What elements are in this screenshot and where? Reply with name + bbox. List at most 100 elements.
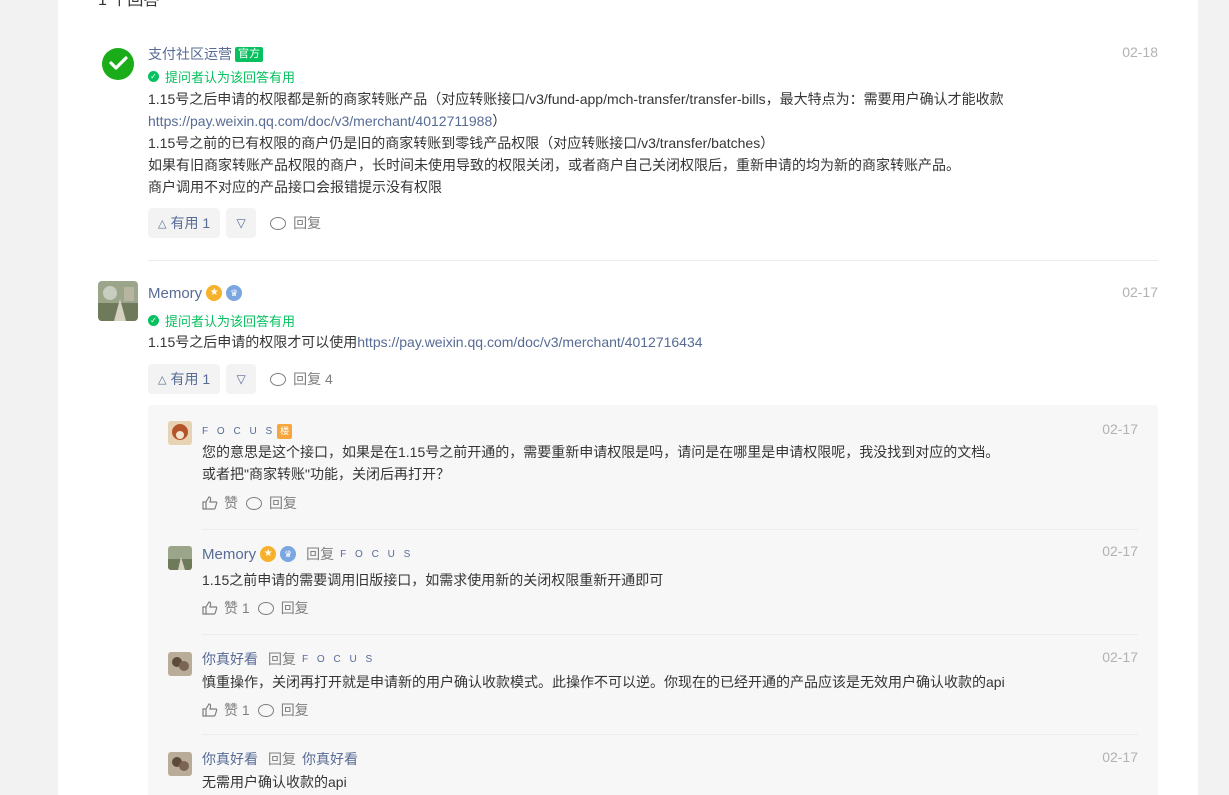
- answers-count-heading: 1 个回答: [98, 0, 160, 9]
- reply-actions: 赞 1 回复: [202, 700, 1138, 720]
- shield-badge-icon: ♛: [226, 285, 243, 301]
- answer-line: 商户调用不对应的产品接口会报错提示没有权限: [148, 179, 442, 195]
- accepted-label: ✓ 提问者认为该回答有用: [148, 66, 1158, 86]
- comment-icon[interactable]: [257, 601, 274, 615]
- reply-to-name[interactable]: F O C U S: [302, 654, 375, 665]
- reply-button[interactable]: 回复: [281, 598, 309, 618]
- useful-button[interactable]: △ 有用 1: [148, 364, 221, 394]
- like-label[interactable]: 赞 1: [224, 598, 250, 618]
- answer-line: ）: [492, 113, 507, 129]
- check-circle-icon: ✓: [148, 70, 159, 82]
- like-label[interactable]: 赞 1: [224, 700, 250, 720]
- reply-actions: 赞 回复: [202, 493, 1138, 513]
- answer-content: 1.15号之后申请的权限才可以使用https://pay.weixin.qq.c…: [148, 331, 1158, 353]
- thumbs-up-icon[interactable]: [202, 601, 218, 615]
- memory-avatar-icon: [168, 546, 192, 570]
- accepted-label: ✓ 提问者认为该回答有用: [148, 310, 1158, 330]
- answer-line: 1.15号之后申请的权限才可以使用: [148, 334, 358, 350]
- reply-button[interactable]: 回复: [270, 213, 321, 233]
- reply-text: 无需用户确认收款的api: [202, 771, 1138, 793]
- comment-icon: [270, 216, 287, 230]
- answer-actions: △ 有用 1 ▽ 回复 4: [148, 364, 1158, 394]
- answer-line: 1.15号之前的已有权限的商户仍是旧的商家转账到零钱产品权限（对应转账接口/v3…: [148, 135, 775, 151]
- reply-to-word: 回复: [306, 546, 335, 562]
- reply-actions: 赞 1 回复: [202, 598, 1138, 618]
- reply-to-name[interactable]: 你真好看: [302, 749, 358, 769]
- comment-icon[interactable]: [257, 703, 274, 717]
- divider: [202, 734, 1138, 735]
- reply-label: 回复 4: [293, 371, 333, 387]
- comment-icon[interactable]: [246, 496, 262, 510]
- answer-actions: △ 有用 1 ▽ 回复: [148, 208, 1158, 238]
- star-level-icon: ★: [206, 285, 223, 301]
- reply-text: 慎重操作，关闭再打开就是申请新的用户确认收款模式。此操作不可以逆。你现在的已经开…: [202, 671, 1138, 693]
- like-label[interactable]: 赞: [224, 493, 238, 513]
- reply-date: 02-17: [1102, 543, 1138, 559]
- shield-badge-icon: ♛: [280, 546, 297, 562]
- doc-link[interactable]: https://pay.weixin.qq.com/doc/v3/merchan…: [148, 113, 492, 129]
- reply-to-word: 回复: [268, 651, 296, 667]
- memory-avatar-icon: [98, 281, 138, 321]
- doc-link[interactable]: https://pay.weixin.qq.com/doc/v3/merchan…: [357, 334, 702, 350]
- thumbs-up-icon[interactable]: [202, 496, 218, 510]
- triangle-down-icon: ▽: [236, 216, 246, 230]
- reply-author[interactable]: Memory: [202, 546, 256, 563]
- reply-to-word: 回复: [268, 751, 296, 767]
- reply-text: 您的意思是这个接口，如果是在1.15号之前开通的，需要重新申请权限是吗，请问是在…: [202, 441, 1138, 485]
- avatar[interactable]: [98, 44, 138, 84]
- official-badge: 官方: [235, 46, 263, 62]
- triangle-up-icon: △: [158, 373, 167, 386]
- avatar[interactable]: [168, 752, 192, 776]
- reply-date: 02-17: [1102, 749, 1138, 765]
- reply-button[interactable]: 回复: [269, 493, 297, 513]
- useful-label: 有用 1: [170, 371, 211, 387]
- user-avatar-icon: [168, 752, 192, 776]
- star-level-icon: ★: [260, 546, 277, 562]
- useful-label: 有用 1: [170, 215, 211, 231]
- comment-icon: [270, 372, 287, 386]
- answer-date: 02-17: [1122, 284, 1158, 300]
- reply-line: 1.15之前申请的需要调用旧版接口，如需求使用新的关闭权限重新开通即可: [202, 572, 664, 588]
- divider: [202, 529, 1138, 530]
- reply-button[interactable]: 回复: [281, 700, 309, 720]
- reply-author[interactable]: F O C U S: [202, 426, 275, 437]
- not-useful-button[interactable]: ▽: [226, 208, 257, 238]
- avatar[interactable]: [168, 652, 192, 676]
- reply-button[interactable]: 回复 4: [270, 369, 333, 389]
- reply-author[interactable]: 你真好看: [202, 649, 258, 669]
- reply-line: 慎重操作，关闭再打开就是申请新的用户确认收款模式。此操作不可以逆。你现在的已经开…: [202, 674, 1005, 690]
- author-name[interactable]: 支付社区运营: [148, 44, 232, 64]
- answer-date: 02-18: [1122, 44, 1158, 60]
- not-useful-button[interactable]: ▽: [226, 364, 257, 394]
- wechat-pay-logo-icon: [98, 44, 138, 84]
- thumbs-up-icon[interactable]: [202, 703, 218, 717]
- answers-card: 1 个回答 支付社区运营 官方 02-18 ✓ 提问者认为该回答有用 1.15号…: [58, 0, 1198, 795]
- triangle-down-icon: ▽: [236, 372, 246, 386]
- answer-line: 1.15号之后申请的权限都是新的商家转账产品（对应转账接口/v3/fund-ap…: [148, 91, 1004, 107]
- focus-avatar-icon: [168, 421, 192, 445]
- accepted-text: 提问者认为该回答有用: [165, 69, 296, 85]
- avatar[interactable]: [168, 546, 192, 570]
- user-avatar-icon: [168, 652, 192, 676]
- reply-text: 1.15之前申请的需要调用旧版接口，如需求使用新的关闭权限重新开通即可: [202, 569, 1138, 591]
- check-circle-icon: ✓: [148, 314, 159, 326]
- avatar[interactable]: [168, 421, 192, 445]
- reply-line: 您的意思是这个接口，如果是在1.15号之前开通的，需要重新申请权限是吗，请问是在…: [202, 444, 1000, 460]
- author-name[interactable]: Memory: [148, 285, 202, 302]
- reply-line: 无需用户确认收款的api: [202, 774, 347, 790]
- reply-line: 或者把"商家转账"功能，关闭后再打开？: [202, 466, 450, 482]
- accepted-text: 提问者认为该回答有用: [165, 313, 296, 329]
- reply-date: 02-17: [1102, 421, 1138, 437]
- divider: [202, 634, 1138, 635]
- reply-to-name[interactable]: F O C U S: [340, 549, 413, 560]
- answer-content: 1.15号之后申请的权限都是新的商家转账产品（对应转账接口/v3/fund-ap…: [148, 88, 1158, 198]
- reply-author[interactable]: 你真好看: [202, 749, 258, 769]
- triangle-up-icon: △: [158, 217, 167, 230]
- answer-line: 如果有旧商家转账产品权限的商户，长时间未使用导致的权限关闭，或者商户自己关闭权限…: [148, 157, 960, 173]
- avatar[interactable]: [98, 281, 138, 321]
- useful-button[interactable]: △ 有用 1: [148, 208, 221, 238]
- reply-date: 02-17: [1102, 649, 1138, 665]
- replies-panel: F O C U S 楼 02-17 您的意思是这个接口，如果是在1.15号之前开…: [148, 405, 1158, 795]
- reply-label: 回复: [293, 215, 322, 231]
- floor-badge: 楼: [277, 423, 293, 439]
